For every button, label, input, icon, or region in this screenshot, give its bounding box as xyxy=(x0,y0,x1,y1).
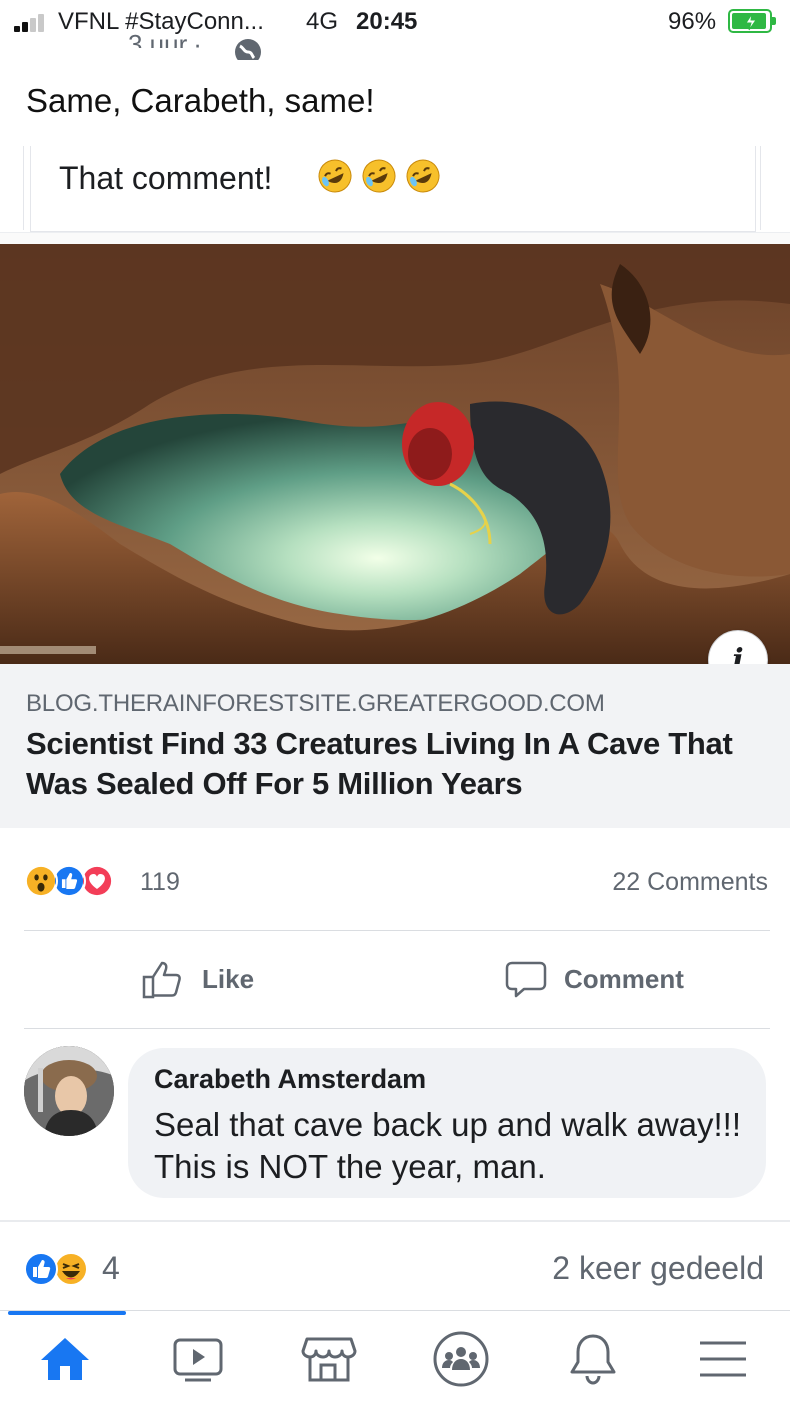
reaction-icons xyxy=(24,864,134,898)
cave-photo xyxy=(0,244,790,664)
comments-count[interactable]: 22 Comments xyxy=(612,868,768,897)
post-text: Same, Carabeth, same! xyxy=(26,82,375,119)
rolling-on-floor-laughing-emoji xyxy=(318,159,352,193)
battery-percentage: 96% xyxy=(668,8,717,35)
footer-reaction-count[interactable]: 4 xyxy=(102,1250,120,1287)
post-separator xyxy=(0,232,790,244)
reaction-count: 119 xyxy=(140,868,180,896)
post-timestamp: 3 uur · xyxy=(128,29,202,48)
bottom-navigation xyxy=(0,1310,790,1405)
divider xyxy=(24,930,770,931)
divider xyxy=(24,1028,770,1029)
globe-icon xyxy=(232,36,264,60)
comment-label: Comment xyxy=(564,963,684,994)
signal-strength-icon xyxy=(14,14,50,32)
like-icon xyxy=(24,1252,58,1286)
groups-icon[interactable] xyxy=(426,1329,496,1389)
like-button[interactable]: Like xyxy=(140,956,254,1002)
comment-author[interactable]: Carabeth Amsterdam xyxy=(154,1064,426,1095)
haha-icon xyxy=(54,1252,88,1286)
watch-icon[interactable] xyxy=(163,1329,233,1389)
link-preview-meta[interactable]: BLOG.THERAINFORESTSITE.GREATERGOOD.COM S… xyxy=(0,664,790,828)
rolling-on-floor-laughing-emoji xyxy=(406,159,440,193)
network-type: 4G xyxy=(306,8,339,35)
clock: 20:45 xyxy=(356,8,418,35)
quoted-comment-card[interactable]: That comment! xyxy=(30,146,756,232)
rolling-on-floor-laughing-emoji xyxy=(362,159,396,193)
status-bar: VFNL #StayConn... 4G 20:45 96% xyxy=(0,0,790,44)
wow-icon xyxy=(24,864,58,898)
avatar[interactable] xyxy=(24,1046,114,1136)
link-title[interactable]: Scientist Find 33 Creatures Living In A … xyxy=(26,724,766,804)
home-icon[interactable] xyxy=(30,1329,100,1389)
battery-icon xyxy=(728,9,776,33)
thumbs-up-icon xyxy=(142,961,181,999)
footer-reaction-icons[interactable] xyxy=(24,1252,100,1286)
active-tab-indicator xyxy=(8,1311,126,1315)
post-divider xyxy=(0,1220,790,1222)
link-domain: BLOG.THERAINFORESTSITE.GREATERGOOD.COM xyxy=(26,690,605,717)
shares-count[interactable]: 2 keer gedeeld xyxy=(552,1250,764,1287)
comment-button[interactable]: Comment xyxy=(504,956,684,1002)
quoted-comment-text: That comment! xyxy=(59,160,273,196)
quote-divider-right xyxy=(760,146,790,230)
speech-bubble-icon xyxy=(505,961,547,998)
comment-bubble[interactable]: Carabeth Amsterdam Seal that cave back u… xyxy=(128,1048,766,1198)
comment-text: Seal that cave back up and walk away!!! … xyxy=(154,1106,742,1185)
marketplace-icon[interactable] xyxy=(294,1329,364,1389)
quote-divider-left xyxy=(0,146,24,230)
menu-icon[interactable] xyxy=(688,1329,758,1389)
link-preview-image[interactable] xyxy=(0,244,790,664)
emoji-row xyxy=(317,158,441,194)
notifications-icon[interactable] xyxy=(558,1329,628,1389)
reactions-summary[interactable]: 119 22 Comments xyxy=(0,848,790,914)
like-label: Like xyxy=(202,963,255,994)
